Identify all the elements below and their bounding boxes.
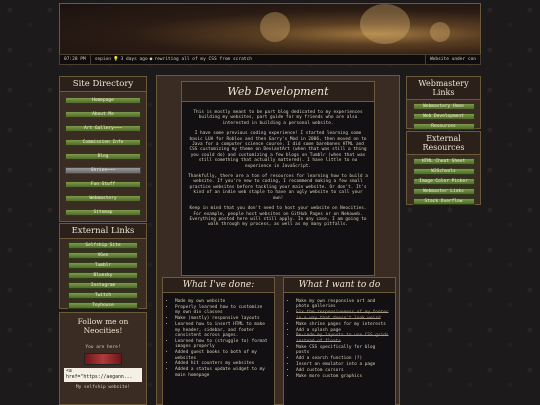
done-item: Learned how to (struggle to) format imag… (175, 339, 270, 350)
banner-light (260, 12, 290, 42)
done-card: What I've done: Made my own website Prop… (162, 277, 275, 405)
nav-shrine[interactable]: Shrine~~~ (65, 167, 141, 174)
nav-webmastery-home[interactable]: Webmastery Home (412, 103, 475, 110)
link-code-box[interactable]: <a href="https://aegann... (64, 368, 142, 382)
follow-panel: Follow me on Neocities! You are here! <a… (59, 312, 147, 405)
webmastery-links-title: Webmastery Links (407, 77, 480, 100)
done-item: Made my own website (175, 299, 270, 304)
intro-paragraph: This is mostly meant to be part blog ded… (193, 110, 363, 126)
experience-paragraph: I have some previous coding experience! … (189, 131, 367, 169)
link-toyhouse[interactable]: Toyhouse (68, 302, 138, 309)
lightbulb-icon: 💡 (112, 57, 119, 62)
nav-art-gallery[interactable]: Art Gallery~~~ (65, 125, 141, 132)
done-list: Made my own website Properly learned how… (163, 293, 274, 378)
todo-item: Make my own responsive art and photo gal… (296, 299, 391, 310)
todo-item: Make CSS specifically for blog posts (296, 345, 391, 356)
done-item: Added a status update widget to my main … (175, 367, 270, 378)
resource-image-color-picker[interactable]: Image Color Picker (412, 178, 475, 185)
follow-title[interactable]: Follow me on Neocities! (60, 313, 146, 337)
todo-list: Make my own responsive art and photo gal… (284, 293, 395, 379)
resource-stack-overflow[interactable]: Stack Overflow (412, 198, 475, 205)
done-item: Properly learned how to customize my own… (175, 305, 270, 316)
nav-fun-stuff[interactable]: Fun Stuff (65, 181, 141, 188)
resources-paragraph: Thankfully, there are a ton of resources… (188, 174, 368, 201)
status-time: 07:28 PM (60, 55, 91, 64)
status-bar: 07:28 PM sepion 💡 3 days ago ● rewriting… (59, 54, 481, 65)
nav-resources[interactable]: Resources (412, 123, 475, 130)
nav-web-development[interactable]: Web Development (412, 113, 475, 120)
site-directory-title: Site Directory (60, 77, 146, 92)
todo-item: Make shrine pages for my interests (296, 322, 391, 327)
link-instagram[interactable]: Instagram (68, 282, 138, 289)
status-right-text: Website under con (424, 55, 480, 64)
todo-card: What I want to do Make my own responsive… (283, 277, 396, 405)
external-resources-title: External Resources (407, 132, 480, 155)
main-content: Web Development This is mostly meant to … (156, 75, 400, 405)
status-ago: 3 days ago (120, 57, 148, 62)
selfship-text: My selfship website! (75, 385, 131, 390)
banner-light (430, 22, 450, 42)
webmastery-links-panel: Webmastery Links Webmastery Home Web Dev… (406, 76, 481, 130)
nav-sitemap[interactable]: Sitemap (65, 209, 141, 216)
link-vgen[interactable]: VGen (68, 252, 138, 259)
nav-webmastery[interactable]: Webmastery (65, 195, 141, 202)
web-development-card: Web Development This is mostly meant to … (181, 81, 375, 276)
external-resources-panel: External Resources HTML Cheat Sheet W3Sc… (406, 131, 481, 205)
link-tumblr[interactable]: Tumblr (68, 262, 138, 269)
done-title: What I've done: (163, 278, 274, 293)
todo-item-done: Fix the responsiveness of my footer in a… (296, 310, 391, 321)
status-message: sepion 💡 3 days ago ● rewriting all of m… (91, 57, 256, 62)
todo-item: Add custom cursors (296, 368, 391, 373)
link-twitch[interactable]: Twitch (68, 292, 138, 299)
link-selfship-site[interactable]: Selfship Site (68, 242, 138, 249)
external-links-title: External Links (60, 224, 146, 239)
nav-commission-info[interactable]: Commission Info (65, 139, 141, 146)
resource-w3schools[interactable]: W3Schools (412, 168, 475, 175)
site-button-image[interactable] (84, 353, 122, 365)
status-bullet-icon: ● (149, 57, 153, 62)
banner-light (360, 4, 410, 44)
external-links-panel: External Links Selfship Site VGen Tumblr… (59, 223, 147, 319)
done-item: Added guest books to both of my websites (175, 350, 270, 361)
done-item: Make (mostly) responsive layouts (175, 316, 270, 321)
web-development-title: Web Development (182, 82, 374, 102)
todo-item-done: Re-code my layouts to use CSS grids inst… (296, 333, 391, 344)
todo-item: Make more custom graphics (296, 374, 391, 379)
status-user[interactable]: sepion (95, 57, 111, 62)
you-are-here-text: You are here! (85, 345, 121, 350)
site-directory-panel: Site Directory Homepage About Me Art Gal… (59, 76, 147, 222)
nav-homepage[interactable]: Homepage (65, 97, 141, 104)
done-item: Learned how to insert HTML to make my he… (175, 322, 270, 338)
todo-item: Add a search function (?) (296, 356, 391, 361)
resource-webmaster-links[interactable]: Webmaster Links (412, 188, 475, 195)
todo-item: Insert an emulator into a page (296, 362, 391, 367)
nav-blog[interactable]: Blog (65, 153, 141, 160)
status-text: rewriting all of my CSS from scratch (154, 57, 252, 62)
nav-about-me[interactable]: About Me (65, 111, 141, 118)
todo-title: What I want to do (284, 278, 395, 293)
hosting-paragraph: Keep in mind that you don't need to host… (189, 206, 367, 228)
link-bluesky[interactable]: Bluesky (68, 272, 138, 279)
resource-html-cheat-sheet[interactable]: HTML Cheat Sheet (412, 158, 475, 165)
